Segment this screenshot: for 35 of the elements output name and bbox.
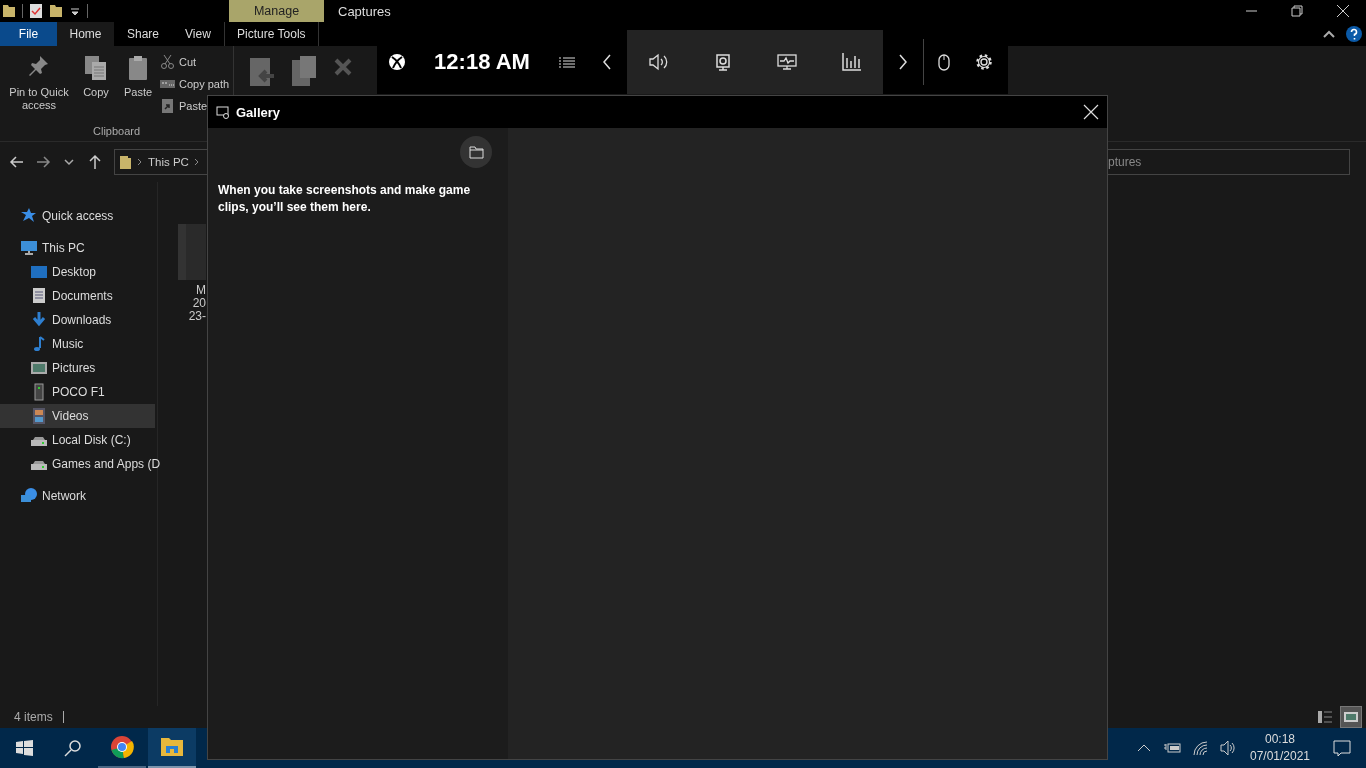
game-bar-time: 12:18 AM — [433, 49, 531, 75]
ribbon-button[interactable]: Paste — [118, 86, 158, 99]
nav-item[interactable]: Quick access — [0, 204, 155, 228]
nav-item[interactable]: Network — [0, 484, 155, 508]
ribbon-tab[interactable]: Share — [114, 22, 173, 46]
nav-item[interactable]: This PC — [0, 236, 155, 260]
ribbon-group-label: Clipboard — [92, 125, 142, 139]
breadcrumb[interactable]: This PC — [148, 156, 189, 168]
nav-item[interactable]: POCO F1 — [0, 380, 155, 404]
nav-item[interactable]: Documents — [0, 284, 155, 308]
nav-item[interactable]: Music — [0, 332, 155, 356]
ribbon-button[interactable]: Copy — [76, 86, 116, 99]
ribbon-tab[interactable]: File — [0, 22, 57, 46]
nav-item[interactable]: Games and Apps (D — [0, 452, 161, 476]
empty-gallery-message: When you take screenshots and make game clips, you’ll see them here. — [218, 182, 472, 216]
file-name: 23- — [188, 310, 206, 323]
ribbon-button[interactable]: Paste — [179, 100, 208, 112]
ribbon-tab[interactable]: View — [172, 22, 224, 46]
nav-item[interactable]: Desktop — [0, 260, 155, 284]
file-name: 20 — [192, 297, 206, 310]
ribbon-button[interactable]: Pin to Quick access — [4, 86, 74, 112]
item-count: 4 items — [14, 710, 53, 724]
nav-item[interactable]: Local Disk (C:) — [0, 428, 155, 452]
file-name: M — [196, 284, 206, 297]
window-title: Gallery — [236, 104, 282, 120]
contextual-tab-label: Manage — [229, 0, 324, 22]
nav-item[interactable]: Pictures — [0, 356, 155, 380]
nav-item[interactable]: Downloads — [0, 308, 155, 332]
clock[interactable]: 00:18 07/01/2021 — [1242, 731, 1318, 765]
ribbon-button[interactable]: Cut — [179, 56, 197, 68]
window-title: Captures — [337, 2, 392, 21]
ribbon-button[interactable]: Copy path — [179, 78, 230, 90]
ribbon-tab[interactable]: Home — [57, 22, 114, 46]
nav-item[interactable]: Videos — [0, 404, 155, 428]
search-field[interactable]: ptures — [1106, 149, 1350, 175]
